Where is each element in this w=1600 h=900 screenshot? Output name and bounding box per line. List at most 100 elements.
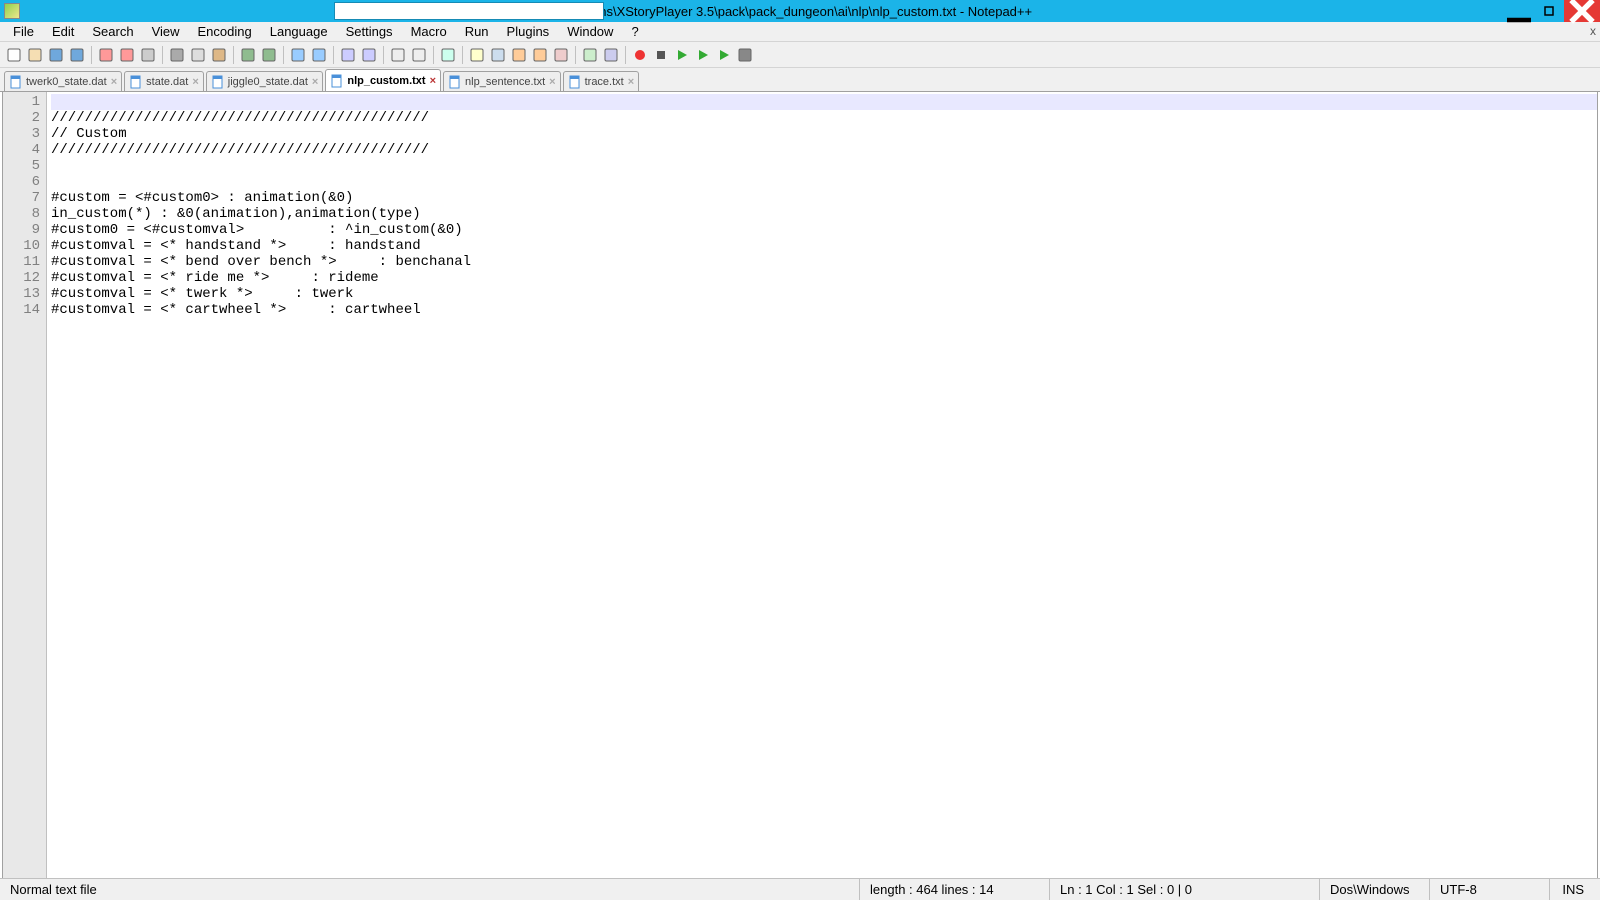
maximize-button[interactable] <box>1534 0 1564 22</box>
sync-v-icon[interactable] <box>388 45 408 65</box>
line-number: 2 <box>3 110 40 126</box>
save-all-icon[interactable] <box>67 45 87 65</box>
tab-close-icon[interactable]: × <box>549 76 555 88</box>
tab-twerk0-state-dat[interactable]: twerk0_state.dat × <box>4 71 122 91</box>
line-number: 1 <box>3 94 40 110</box>
zoom-in-icon[interactable] <box>338 45 358 65</box>
status-eol: Dos\Windows <box>1320 879 1430 900</box>
tab-state-dat[interactable]: state.dat× <box>124 71 204 91</box>
new-icon[interactable] <box>4 45 24 65</box>
show-all-icon[interactable] <box>467 45 487 65</box>
menu-macro[interactable]: Macro <box>402 22 456 41</box>
code-line <box>51 174 1597 190</box>
toolbar-separator <box>333 46 334 64</box>
toolbar-separator <box>625 46 626 64</box>
toolbar-separator <box>383 46 384 64</box>
cut-icon[interactable] <box>167 45 187 65</box>
find-icon[interactable] <box>288 45 308 65</box>
minimize-button[interactable] <box>1504 0 1534 22</box>
tab-close-icon[interactable]: × <box>111 76 117 88</box>
menu-view[interactable]: View <box>143 22 189 41</box>
stop-icon[interactable] <box>651 45 671 65</box>
tab-nlp-sentence-txt[interactable]: nlp_sentence.txt × <box>443 71 561 91</box>
tab-close-icon[interactable]: × <box>312 76 318 88</box>
line-number: 8 <box>3 206 40 222</box>
code-line: #customval = <* cartwheel *> : cartwheel <box>51 302 1597 318</box>
toolbar-separator <box>283 46 284 64</box>
menu-edit[interactable]: Edit <box>43 22 83 41</box>
status-filetype: Normal text file <box>0 879 860 900</box>
menu-encoding[interactable]: Encoding <box>189 22 261 41</box>
paste-icon[interactable] <box>209 45 229 65</box>
save-icon[interactable] <box>46 45 66 65</box>
close-all-icon[interactable] <box>117 45 137 65</box>
title-path-box <box>334 2 604 20</box>
unfold-icon[interactable] <box>530 45 550 65</box>
file-icon <box>330 74 344 88</box>
titlebar: X Moon Productions\XStoryPlayer 3.5\pack… <box>0 0 1600 22</box>
code-line: in_custom(*) : &0(animation),animation(t… <box>51 206 1597 222</box>
hide-icon[interactable] <box>551 45 571 65</box>
line-number: 13 <box>3 286 40 302</box>
menu-language[interactable]: Language <box>261 22 337 41</box>
open-icon[interactable] <box>25 45 45 65</box>
menu-settings[interactable]: Settings <box>337 22 402 41</box>
doc-map-icon[interactable] <box>580 45 600 65</box>
menu-window[interactable]: Window <box>558 22 622 41</box>
file-icon <box>211 75 225 89</box>
toolbar-separator <box>162 46 163 64</box>
replace-icon[interactable] <box>309 45 329 65</box>
play-icon[interactable] <box>672 45 692 65</box>
menu-plugins[interactable]: Plugins <box>498 22 559 41</box>
line-number: 6 <box>3 174 40 190</box>
tab-trace-txt[interactable]: trace.txt × <box>563 71 640 91</box>
print-icon[interactable] <box>138 45 158 65</box>
tab-label: trace.txt <box>585 76 624 88</box>
app-icon <box>4 3 20 19</box>
record-icon[interactable] <box>630 45 650 65</box>
wrap-icon[interactable] <box>438 45 458 65</box>
fold-icon[interactable] <box>509 45 529 65</box>
tab-close-icon[interactable]: × <box>430 75 436 87</box>
tab-label: nlp_sentence.txt <box>465 76 545 88</box>
func-list-icon[interactable] <box>601 45 621 65</box>
tab-jiggle0-state-dat[interactable]: jiggle0_state.dat × <box>206 71 324 91</box>
tab-close-icon[interactable]: × <box>628 76 634 88</box>
toolbar-separator <box>462 46 463 64</box>
code-line: #customval = <* handstand *> : handstand <box>51 238 1597 254</box>
zoom-out-icon[interactable] <box>359 45 379 65</box>
tabbar: twerk0_state.dat×state.dat×jiggle0_state… <box>0 68 1600 92</box>
tab-label: jiggle0_state.dat <box>228 76 308 88</box>
window-title: X Moon Productions\XStoryPlayer 3.5\pack… <box>24 4 1504 19</box>
tab-close-icon[interactable]: × <box>192 76 198 88</box>
code-line <box>51 158 1597 174</box>
copy-icon[interactable] <box>188 45 208 65</box>
indent-icon[interactable] <box>488 45 508 65</box>
sync-h-icon[interactable] <box>409 45 429 65</box>
menu-?[interactable]: ? <box>622 22 647 41</box>
file-icon <box>9 75 23 89</box>
code-line: #custom0 = <#customval> : ^in_custom(&0) <box>51 222 1597 238</box>
status-length: length : 464 lines : 14 <box>860 879 1050 900</box>
mdi-close-button[interactable]: x <box>1590 24 1596 38</box>
code-area[interactable]: ////////////////////////////////////////… <box>47 92 1597 888</box>
code-line: ////////////////////////////////////////… <box>51 110 1597 126</box>
close-button[interactable] <box>1564 0 1600 22</box>
skip-icon[interactable] <box>714 45 734 65</box>
tab-label: twerk0_state.dat <box>26 76 107 88</box>
tab-nlp-custom-txt[interactable]: nlp_custom.txt× <box>325 69 441 91</box>
monitor-icon[interactable] <box>735 45 755 65</box>
line-number: 9 <box>3 222 40 238</box>
menu-run[interactable]: Run <box>456 22 498 41</box>
code-line: #customval = <* bend over bench *> : ben… <box>51 254 1597 270</box>
menu-search[interactable]: Search <box>83 22 142 41</box>
editor: 1234567891011121314 ////////////////////… <box>2 92 1598 889</box>
undo-icon[interactable] <box>238 45 258 65</box>
menu-file[interactable]: File <box>4 22 43 41</box>
line-number: 11 <box>3 254 40 270</box>
play-multi-icon[interactable] <box>693 45 713 65</box>
close-icon[interactable] <box>96 45 116 65</box>
line-number: 14 <box>3 302 40 318</box>
redo-icon[interactable] <box>259 45 279 65</box>
code-line: #customval = <* ride me *> : rideme <box>51 270 1597 286</box>
